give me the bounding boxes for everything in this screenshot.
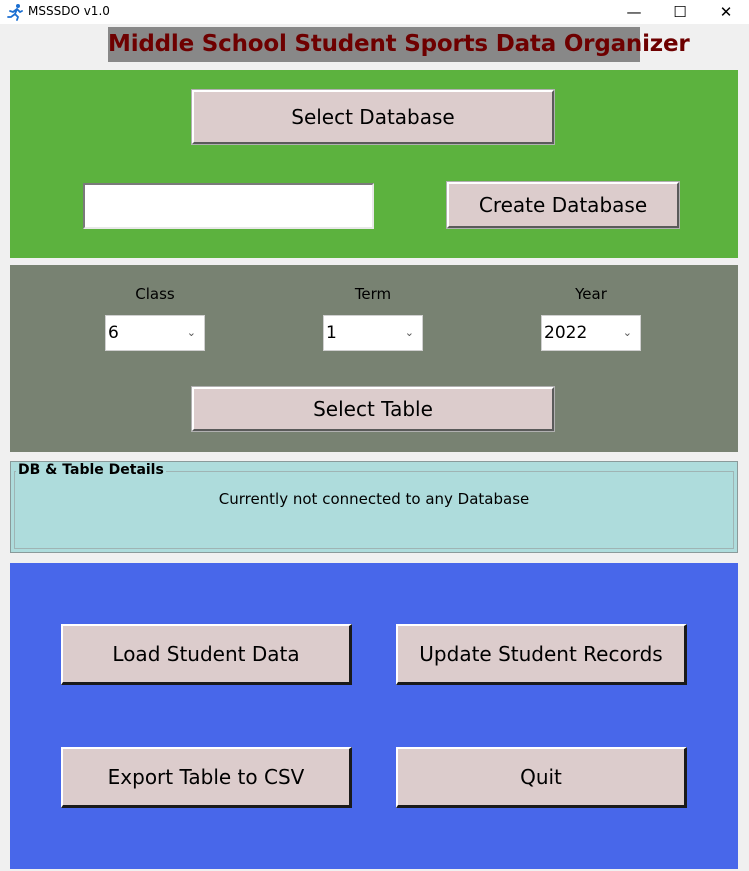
- details-panel: DB & Table Details Currently not connect…: [10, 461, 738, 553]
- update-student-records-label: Update Student Records: [419, 642, 663, 666]
- create-database-label: Create Database: [478, 193, 648, 217]
- minimize-button[interactable]: —: [611, 0, 657, 24]
- database-name-input[interactable]: [83, 183, 374, 229]
- term-value: 1: [326, 323, 337, 343]
- select-database-button[interactable]: Select Database: [191, 89, 555, 145]
- title-bar: MSSSDO v1.0 — ☐ ✕: [0, 0, 749, 24]
- details-legend: DB & Table Details: [16, 462, 166, 478]
- quit-label: Quit: [520, 765, 562, 789]
- maximize-button[interactable]: ☐: [657, 0, 703, 24]
- select-table-button[interactable]: Select Table: [191, 386, 555, 432]
- year-label: Year: [575, 285, 607, 303]
- close-button[interactable]: ✕: [703, 0, 749, 24]
- class-select[interactable]: 6 ⌄: [105, 315, 205, 351]
- load-student-data-label: Load Student Data: [112, 642, 300, 666]
- term-select[interactable]: 1 ⌄: [323, 315, 423, 351]
- create-database-button[interactable]: Create Database: [446, 181, 680, 229]
- actions-panel: Load Student Data Update Student Records…: [10, 563, 738, 869]
- table-selection-panel: Class 6 ⌄ Term 1 ⌄ Year 2022 ⌄ Select Ta…: [10, 265, 738, 452]
- running-figure-icon: [7, 4, 23, 21]
- quit-button[interactable]: Quit: [396, 747, 687, 808]
- load-student-data-button[interactable]: Load Student Data: [61, 624, 352, 685]
- select-database-label: Select Database: [291, 105, 455, 129]
- chevron-down-icon: ⌄: [404, 326, 414, 339]
- window-title: MSSSDO v1.0: [28, 4, 110, 18]
- export-table-csv-button[interactable]: Export Table to CSV: [61, 747, 352, 808]
- details-frame: [14, 471, 734, 549]
- app-header: Middle School Student Sports Data Organi…: [108, 27, 690, 62]
- chevron-down-icon: ⌄: [186, 326, 196, 339]
- database-panel: Select Database Create Database: [10, 70, 738, 258]
- export-table-csv-label: Export Table to CSV: [107, 765, 305, 789]
- class-label: Class: [135, 285, 175, 303]
- chevron-down-icon: ⌄: [622, 326, 632, 339]
- term-label: Term: [354, 285, 392, 303]
- update-student-records-button[interactable]: Update Student Records: [396, 624, 687, 685]
- year-value: 2022: [544, 323, 588, 343]
- app-title: Middle School Student Sports Data Organi…: [108, 31, 690, 57]
- connection-status: Currently not connected to any Database: [218, 490, 530, 508]
- year-select[interactable]: 2022 ⌄: [541, 315, 641, 351]
- class-value: 6: [108, 323, 119, 343]
- select-table-label: Select Table: [313, 397, 433, 421]
